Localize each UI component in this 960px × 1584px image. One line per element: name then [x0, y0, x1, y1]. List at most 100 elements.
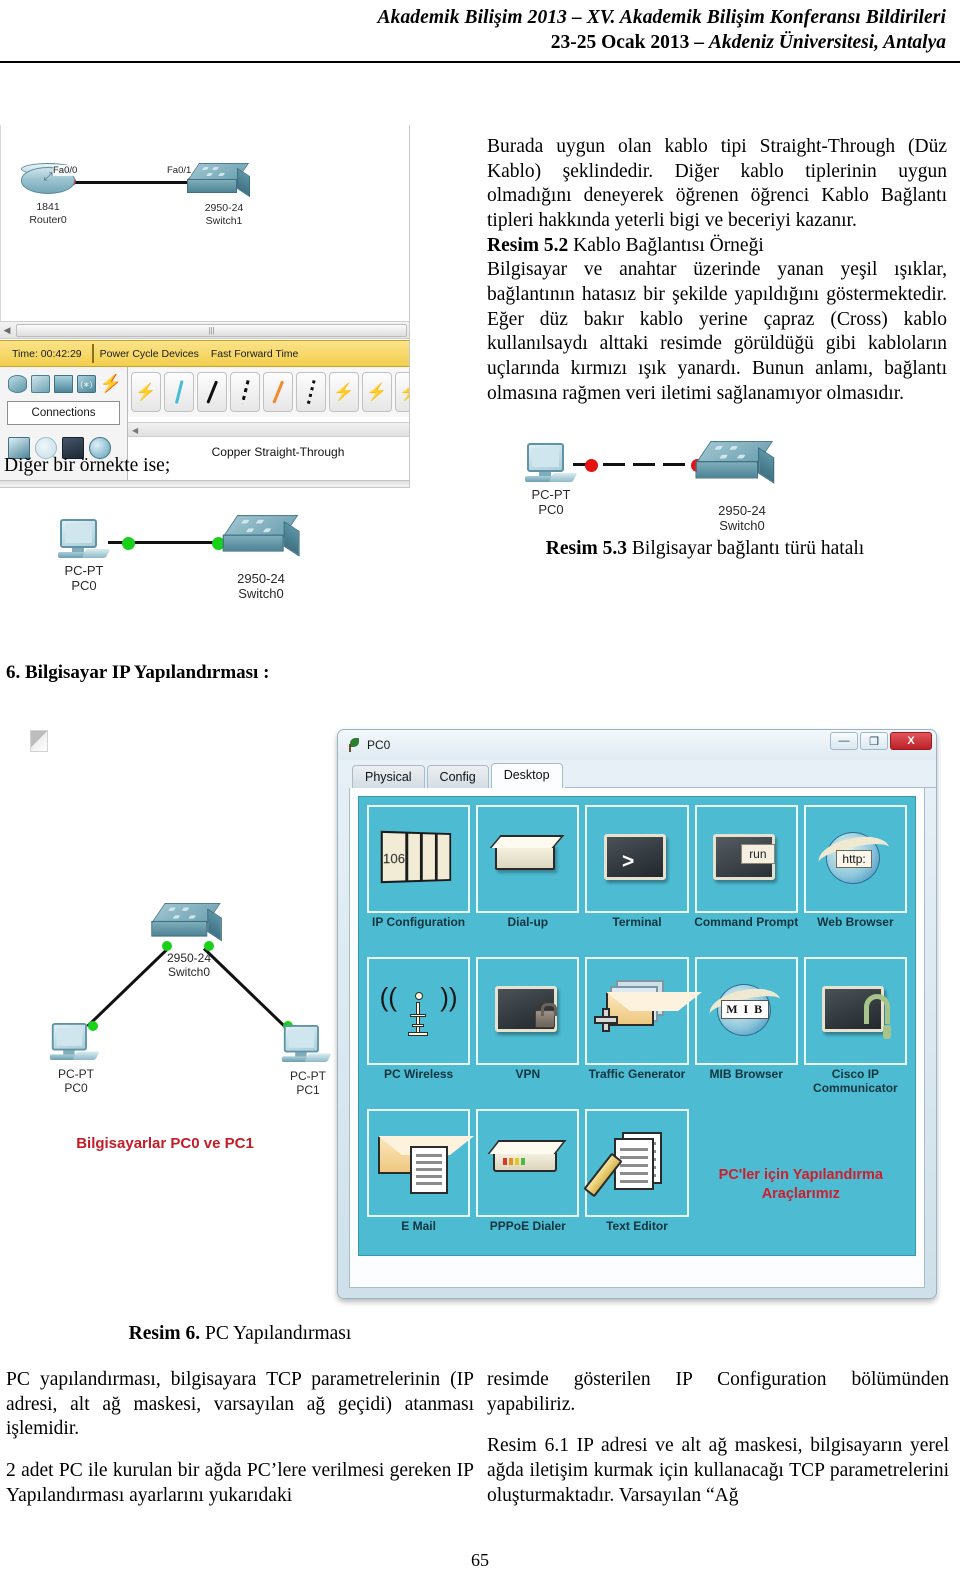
- wireless-tower-icon-frame: (( )): [367, 957, 471, 1065]
- figure-5-3-switch-name: Switch0: [719, 518, 765, 534]
- scrollbar-thumb[interactable]: |||: [16, 323, 407, 337]
- green-dot-pc: [122, 537, 135, 550]
- section-heading-6: 6. Bilgisayar IP Yapılandırması :: [6, 662, 270, 683]
- ip-configuration-icon-frame: 106: [367, 805, 471, 913]
- vpn-lock-icon-frame: [476, 957, 580, 1065]
- bottom-right-paragraph-1: resimde gösterilen IP Configuration bölü…: [487, 1369, 949, 1415]
- topology-annotation: Bilgisayarlar PC0 ve PC1: [76, 1135, 254, 1152]
- desktop-item-pppoe-dialer[interactable]: PPPoE Dialer: [476, 1109, 580, 1261]
- close-button[interactable]: X: [890, 732, 932, 750]
- tab-desktop[interactable]: Desktop: [490, 763, 563, 788]
- web-browser-icon: http:: [812, 820, 898, 898]
- bottom-left-paragraph-2: 2 adet PC ile kurulan bir ağda PC’lere v…: [6, 1459, 474, 1506]
- figure-5-3-switch-model: 2950-24: [718, 503, 766, 519]
- topology-switch0: 2950-24 Switch0: [151, 903, 222, 979]
- bottom-left-column: PC yapılandırması, bilgisayara TCP param…: [6, 1368, 474, 1525]
- page-number: 65: [471, 1550, 489, 1570]
- caption-resim-6: Resim 6. PC Yapılandırması: [0, 1323, 480, 1345]
- desktop-item-mib-browser[interactable]: M I B MIB Browser: [694, 957, 798, 1109]
- scroll-left-arrow-icon[interactable]: ◀: [0, 325, 14, 336]
- desktop-item-cisco-ip-communicator[interactable]: Cisco IP Communicator: [803, 957, 907, 1109]
- desktop-icon-grid: 106 IP Configuration Dial-up > Terminal: [358, 796, 916, 1256]
- cable-type-strip: ⚡ ⚡ ⚡ ⚡: [128, 367, 409, 418]
- header-venue: Akdeniz Üniversitesi, Antalya: [708, 31, 946, 53]
- paragraph-cable-type: Burada uygun olan kablo tipi Straight-Th…: [487, 136, 947, 232]
- router-name-label: Router0: [29, 213, 67, 226]
- figure-green-link: PC-PT PC0 2950-24 Switch0: [0, 499, 480, 629]
- hubs-category-icon[interactable]: [53, 375, 73, 394]
- pppoe-dialer-icon: [485, 1124, 571, 1202]
- header-date-venue: 23-25 Ocak 2013 – Akdeniz Üniversitesi, …: [14, 31, 946, 55]
- connections-label-button[interactable]: Connections: [7, 401, 120, 426]
- desktop-item-vpn[interactable]: VPN: [476, 957, 580, 1109]
- switches-category-icon[interactable]: [30, 375, 50, 394]
- figure-5-3: PC-PT PC0 2950-24 Switch0 Resim 5.3 Bilg…: [495, 433, 915, 560]
- lead-text-other-example: Diğer bir örnekte ise;: [4, 455, 171, 476]
- desktop-item-terminal[interactable]: > Terminal: [585, 805, 689, 957]
- desktop-item-email[interactable]: E Mail: [367, 1109, 474, 1261]
- bottom-left-paragraph-1: PC yapılandırması, bilgisayara TCP param…: [6, 1369, 474, 1440]
- power-cycle-devices-button[interactable]: Power Cycle Devices: [94, 348, 205, 360]
- page-artifact-icon: [30, 730, 48, 752]
- console-cable-button[interactable]: [164, 372, 194, 413]
- desktop-label-email: E Mail: [401, 1219, 436, 1233]
- device-switch1[interactable]: 2950-24 Switch1: [186, 163, 255, 227]
- mib-browser-icon-frame: M I B: [694, 957, 798, 1065]
- pppoe-led-row: [502, 1158, 525, 1165]
- desktop-red-annotation: PC'ler için Yapılandırma Araçlarımız: [718, 1167, 883, 1202]
- pc0-window: PC0 — ❐ X Physical Config Desktop 106 IP…: [337, 729, 937, 1299]
- desktop-item-web-browser[interactable]: http: Web Browser: [803, 805, 907, 957]
- pc0-window-titlebar[interactable]: PC0 — ❐ X: [338, 730, 936, 760]
- right-column-text: Burada uygun olan kablo tipi Straight-Th…: [487, 135, 947, 406]
- figure-5-3-switch: 2950-24 Switch0: [695, 441, 781, 534]
- coaxial-cable-button[interactable]: ⚡: [329, 372, 359, 413]
- cable-strip-scrollbar[interactable]: ◀: [128, 422, 409, 438]
- copper-cross-over-button[interactable]: [230, 372, 260, 413]
- pt-workspace-canvas[interactable]: ⤢ 1841 Router0 Fa0/0 2950-24 Switch1 Fa0…: [0, 125, 409, 322]
- page-header: Akademik Bilişim 2013 – XV. Akademik Bil…: [0, 0, 960, 55]
- serial-dte-button[interactable]: ⚡: [395, 372, 409, 413]
- link-switch-to-pc0: [86, 947, 170, 1028]
- topology-pc0-name: PC0: [64, 1081, 88, 1096]
- desktop-item-pc-wireless[interactable]: (( )) PC Wireless: [367, 957, 471, 1109]
- figure-5-3-pc: PC-PT PC0: [523, 443, 579, 518]
- minimize-button[interactable]: —: [830, 732, 858, 750]
- ip-communicator-icon-frame: [803, 957, 907, 1065]
- automatic-cable-button[interactable]: ⚡: [131, 372, 161, 413]
- tabstrip-filler: [564, 787, 936, 788]
- email-icon: [376, 1124, 474, 1202]
- routers-category-icon[interactable]: [8, 375, 27, 394]
- tab-physical[interactable]: Physical: [352, 765, 425, 788]
- wireless-devices-category-icon[interactable]: (∗): [76, 375, 96, 394]
- paragraph-link-lights: Bilgisayar ve anahtar üzerinde yanan yeş…: [487, 259, 947, 404]
- fast-forward-time-button[interactable]: Fast Forward Time: [205, 348, 305, 360]
- figure-5-3-dot-pc: [585, 459, 598, 473]
- ip-configuration-icon: 106: [376, 820, 462, 898]
- maximize-button[interactable]: ❐: [860, 732, 888, 750]
- header-date: 23-25 Ocak 2013 –: [550, 31, 709, 53]
- copper-straight-through-button[interactable]: [197, 372, 227, 413]
- desktop-item-traffic-generator[interactable]: Traffic Generator: [585, 957, 702, 1109]
- packet-tracer-screenshot: ⤢ 1841 Router0 Fa0/0 2950-24 Switch1 Fa0…: [0, 125, 410, 489]
- desktop-item-command-prompt[interactable]: run Command Prompt: [694, 805, 798, 957]
- phone-cable-button[interactable]: [296, 372, 326, 413]
- topology-pc0: PC-PT PC0: [48, 1023, 104, 1095]
- fiber-cable-button[interactable]: [263, 372, 293, 413]
- web-browser-icon-frame: http:: [803, 805, 907, 913]
- workspace-horizontal-scrollbar[interactable]: ◀ |||: [0, 321, 409, 340]
- desktop-item-ip-configuration[interactable]: 106 IP Configuration: [367, 805, 471, 957]
- green-switch-model: 2950-24: [237, 571, 285, 586]
- mib-badge: M I B: [721, 1000, 769, 1019]
- serial-dce-button[interactable]: ⚡: [362, 372, 392, 413]
- simulation-time-label: Time: 00:42:29: [12, 347, 82, 360]
- desktop-item-text-editor[interactable]: Text Editor: [583, 1109, 689, 1261]
- email-icon-frame: [367, 1109, 474, 1217]
- document-page: Akademik Bilişim 2013 – XV. Akademik Bil…: [0, 0, 960, 1584]
- desktop-label-pc-wireless: PC Wireless: [383, 1067, 454, 1081]
- simulation-time-bar: Time: 00:42:29 Power Cycle Devices Fast …: [0, 340, 409, 368]
- tab-config[interactable]: Config: [426, 765, 489, 788]
- bottom-right-column: resimde gösterilen IP Configuration bölü…: [487, 1368, 949, 1525]
- desktop-item-dial-up[interactable]: Dial-up: [476, 805, 580, 957]
- connections-category-icon[interactable]: ⚡: [100, 375, 121, 392]
- figure-5-3-pc-model: PC-PT: [531, 487, 571, 503]
